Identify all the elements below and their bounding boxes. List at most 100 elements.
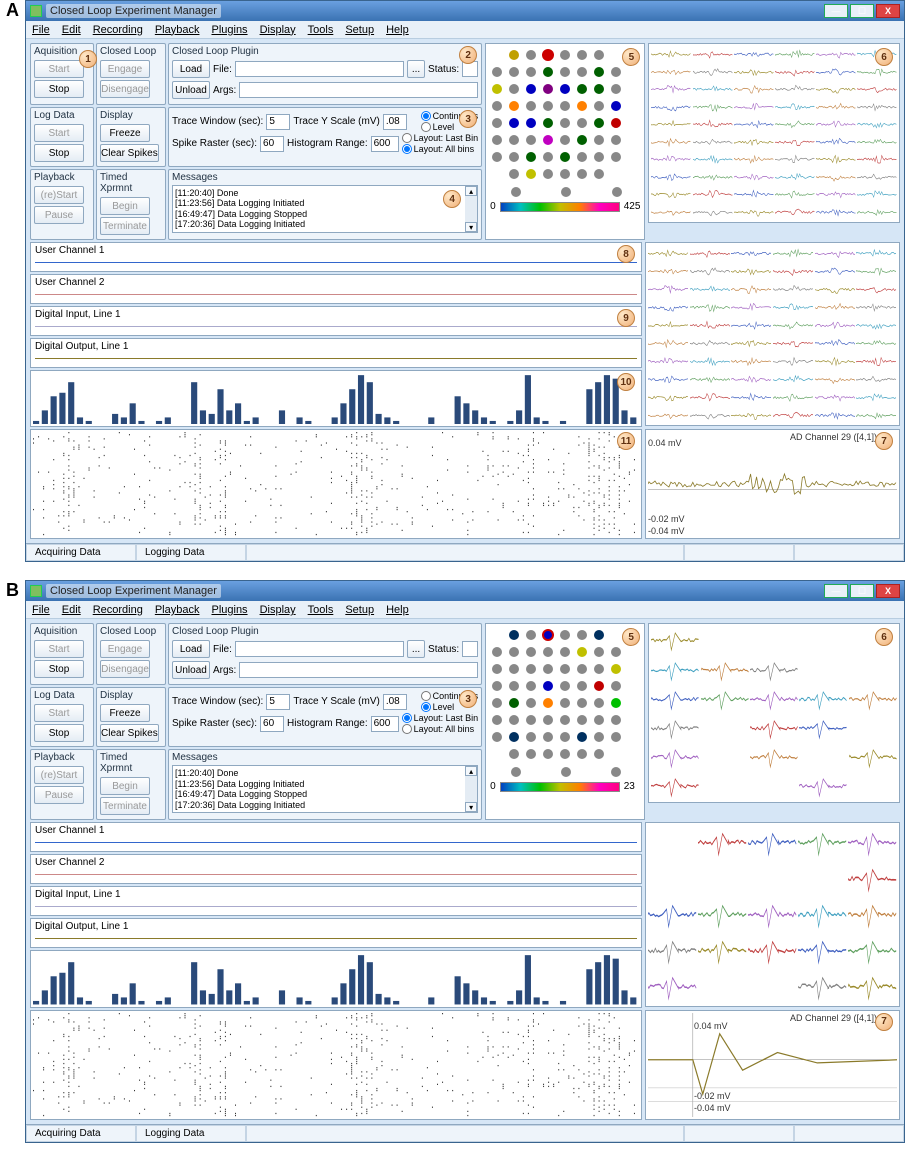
- menu-playback[interactable]: Playback: [155, 24, 200, 36]
- electrode-dot[interactable]: [577, 630, 587, 640]
- electrode-dot[interactable]: [509, 715, 519, 725]
- electrode-dot[interactable]: [594, 698, 604, 708]
- electrode-dot[interactable]: [594, 630, 604, 640]
- menu-display[interactable]: Display: [260, 604, 296, 616]
- plugin-load-button[interactable]: Load: [172, 60, 210, 78]
- plugin-browse-button[interactable]: ...: [407, 60, 425, 78]
- menu-display[interactable]: Display: [260, 24, 296, 36]
- electrode-dot[interactable]: [492, 135, 502, 145]
- electrode-dot[interactable]: [560, 50, 570, 60]
- electrode-dot[interactable]: [543, 749, 553, 759]
- electrode-dot[interactable]: [560, 732, 570, 742]
- electrode-dot[interactable]: [560, 664, 570, 674]
- menu-setup[interactable]: Setup: [345, 24, 374, 36]
- electrode-dot[interactable]: [543, 732, 553, 742]
- electrode-dot[interactable]: [611, 101, 621, 111]
- pause-button[interactable]: Pause: [34, 786, 84, 804]
- menu-file[interactable]: File: [32, 604, 50, 616]
- electrode-dot[interactable]: [509, 681, 519, 691]
- electrode-dot[interactable]: [492, 152, 502, 162]
- electrode-dot[interactable]: [577, 118, 587, 128]
- extra-electrode[interactable]: [511, 187, 521, 197]
- electrode-dot[interactable]: [526, 135, 536, 145]
- electrode-dot[interactable]: [509, 698, 519, 708]
- mea-grid[interactable]: [490, 48, 640, 181]
- tracewin-input[interactable]: [266, 114, 290, 130]
- extra-electrode[interactable]: [612, 187, 622, 197]
- spikeraster-input[interactable]: [260, 716, 284, 732]
- electrode-dot[interactable]: [577, 50, 587, 60]
- restart-button[interactable]: (re)Start: [34, 186, 84, 204]
- electrode-dot[interactable]: [594, 135, 604, 145]
- electrode-dot[interactable]: [526, 84, 536, 94]
- electrode-dot[interactable]: [509, 135, 519, 145]
- electrode-dot[interactable]: [577, 67, 587, 77]
- electrode-dot[interactable]: [543, 118, 553, 128]
- terminate-button[interactable]: Terminate: [100, 217, 150, 235]
- electrode-dot[interactable]: [492, 67, 502, 77]
- messages-box[interactable]: [11:20:40] Done [11:23:56] Data Logging …: [172, 185, 478, 233]
- electrode-dot[interactable]: [526, 647, 536, 657]
- electrode-dot[interactable]: [543, 647, 553, 657]
- electrode-dot[interactable]: [526, 715, 536, 725]
- allbins-radio[interactable]: Layout: All bins: [402, 144, 479, 154]
- begin-button[interactable]: Begin: [100, 777, 150, 795]
- electrode-dot[interactable]: [509, 630, 519, 640]
- electrode-dot[interactable]: [611, 152, 621, 162]
- histrange-input[interactable]: [371, 716, 399, 732]
- electrode-dot[interactable]: [509, 50, 519, 60]
- electrode-dot[interactable]: [560, 118, 570, 128]
- electrode-dot[interactable]: [543, 715, 553, 725]
- minimize-button[interactable]: —: [824, 584, 848, 598]
- electrode-dot[interactable]: [509, 664, 519, 674]
- menu-recording[interactable]: Recording: [93, 604, 143, 616]
- engage-button[interactable]: Engage: [100, 60, 150, 78]
- electrode-dot[interactable]: [594, 152, 604, 162]
- electrode-dot[interactable]: [577, 664, 587, 674]
- electrode-dot[interactable]: [526, 664, 536, 674]
- freeze-button[interactable]: Freeze: [100, 704, 150, 722]
- plugin-load-button[interactable]: Load: [172, 640, 210, 658]
- allbins-radio[interactable]: Layout: All bins: [402, 724, 479, 734]
- pause-button[interactable]: Pause: [34, 206, 84, 224]
- electrode-dot[interactable]: [560, 101, 570, 111]
- electrode-dot[interactable]: [492, 647, 502, 657]
- electrode-dot[interactable]: [543, 152, 553, 162]
- messages-scrollbar[interactable]: ▴▾: [465, 186, 477, 232]
- minimize-button[interactable]: —: [824, 4, 848, 18]
- maximize-button[interactable]: ☐: [850, 4, 874, 18]
- electrode-dot[interactable]: [560, 169, 570, 179]
- electrode-dot[interactable]: [509, 118, 519, 128]
- electrode-dot[interactable]: [509, 152, 519, 162]
- electrode-dot[interactable]: [594, 84, 604, 94]
- electrode-dot[interactable]: [594, 169, 604, 179]
- electrode-dot[interactable]: [543, 169, 553, 179]
- plugin-file-input[interactable]: [235, 61, 404, 77]
- clear-spikes-button[interactable]: Clear Spikes: [100, 724, 159, 742]
- menu-tools[interactable]: Tools: [308, 604, 334, 616]
- disengage-button[interactable]: Disengage: [100, 80, 150, 98]
- electrode-dot[interactable]: [611, 715, 621, 725]
- electrode-dot[interactable]: [509, 732, 519, 742]
- electrode-dot[interactable]: [594, 715, 604, 725]
- menu-tools[interactable]: Tools: [308, 24, 334, 36]
- electrode-dot[interactable]: [492, 84, 502, 94]
- electrode-dot[interactable]: [594, 67, 604, 77]
- menu-plugins[interactable]: Plugins: [211, 604, 247, 616]
- electrode-dot[interactable]: [577, 135, 587, 145]
- electrode-dot[interactable]: [560, 630, 570, 640]
- electrode-dot[interactable]: [526, 118, 536, 128]
- electrode-dot[interactable]: [594, 749, 604, 759]
- spike-shape-traces[interactable]: 6: [648, 623, 900, 803]
- electrode-dot[interactable]: [543, 664, 553, 674]
- electrode-dot[interactable]: [611, 732, 621, 742]
- log-stop-button[interactable]: Stop: [34, 144, 84, 162]
- lastbin-radio[interactable]: Layout: Last Bin: [402, 713, 479, 723]
- electrode-dot[interactable]: [577, 169, 587, 179]
- menu-bar[interactable]: File Edit Recording Playback Plugins Dis…: [26, 21, 904, 39]
- close-button[interactable]: X: [876, 4, 900, 18]
- spike-shape-traces-continued[interactable]: [645, 822, 900, 1006]
- electrode-dot[interactable]: [611, 135, 621, 145]
- menu-setup[interactable]: Setup: [345, 604, 374, 616]
- electrode-dot[interactable]: [526, 681, 536, 691]
